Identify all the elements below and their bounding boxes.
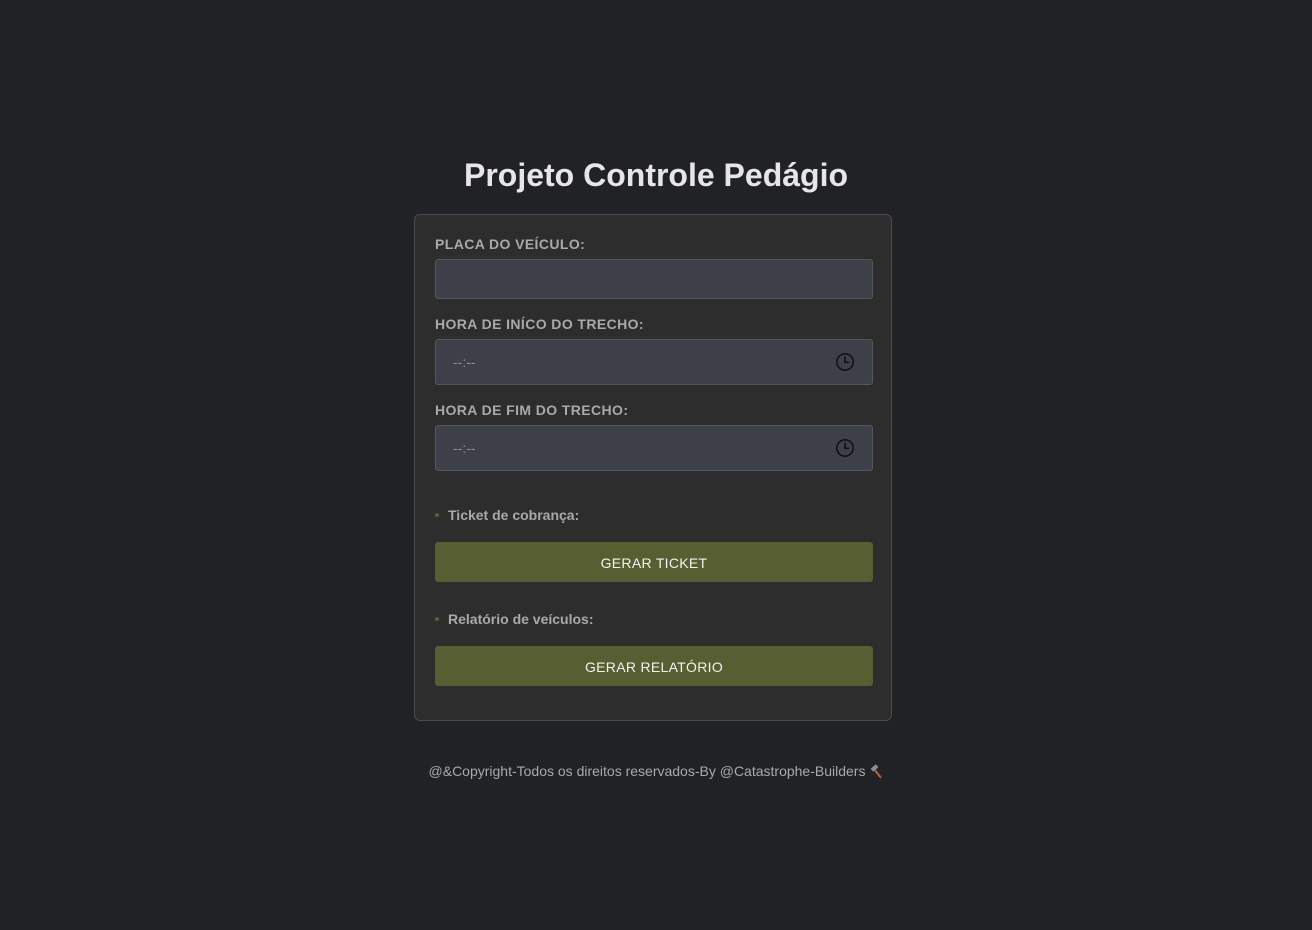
relatorio-section-label: Relatório de veículos: <box>448 611 594 627</box>
placa-label: PLACA DO VEÍCULO: <box>435 236 586 252</box>
hora-fim-input[interactable]: --:-- <box>435 425 873 471</box>
bullet-icon <box>435 617 439 621</box>
hora-inicio-input[interactable]: --:-- <box>435 339 873 385</box>
hora-inicio-placeholder: --:-- <box>453 354 476 370</box>
clock-icon[interactable] <box>835 352 855 372</box>
relatorio-section: Relatório de veículos: <box>435 611 593 627</box>
ticket-section: Ticket de cobrança: <box>435 507 579 523</box>
bullet-icon <box>435 513 439 517</box>
gerar-ticket-button[interactable]: GERAR TICKET <box>435 542 873 582</box>
gerar-relatorio-button[interactable]: GERAR RELATÓRIO <box>435 646 873 686</box>
hora-fim-placeholder: --:-- <box>453 440 476 456</box>
placa-input[interactable] <box>435 259 873 299</box>
footer-text: @&Copyright-Todos os direitos reservados… <box>428 763 866 779</box>
form-card: PLACA DO VEÍCULO: HORA DE INÍCO DO TRECH… <box>414 214 892 721</box>
footer: @&Copyright-Todos os direitos reservados… <box>0 763 1312 780</box>
hammer-icon <box>871 764 882 779</box>
hora-inicio-label: HORA DE INÍCO DO TRECHO: <box>435 316 644 332</box>
hora-fim-label: HORA DE FIM DO TRECHO: <box>435 402 629 418</box>
page: Projeto Controle Pedágio PLACA DO VEÍCUL… <box>0 0 1312 930</box>
clock-icon[interactable] <box>835 438 855 458</box>
page-title: Projeto Controle Pedágio <box>463 157 849 193</box>
ticket-section-label: Ticket de cobrança: <box>448 507 580 523</box>
